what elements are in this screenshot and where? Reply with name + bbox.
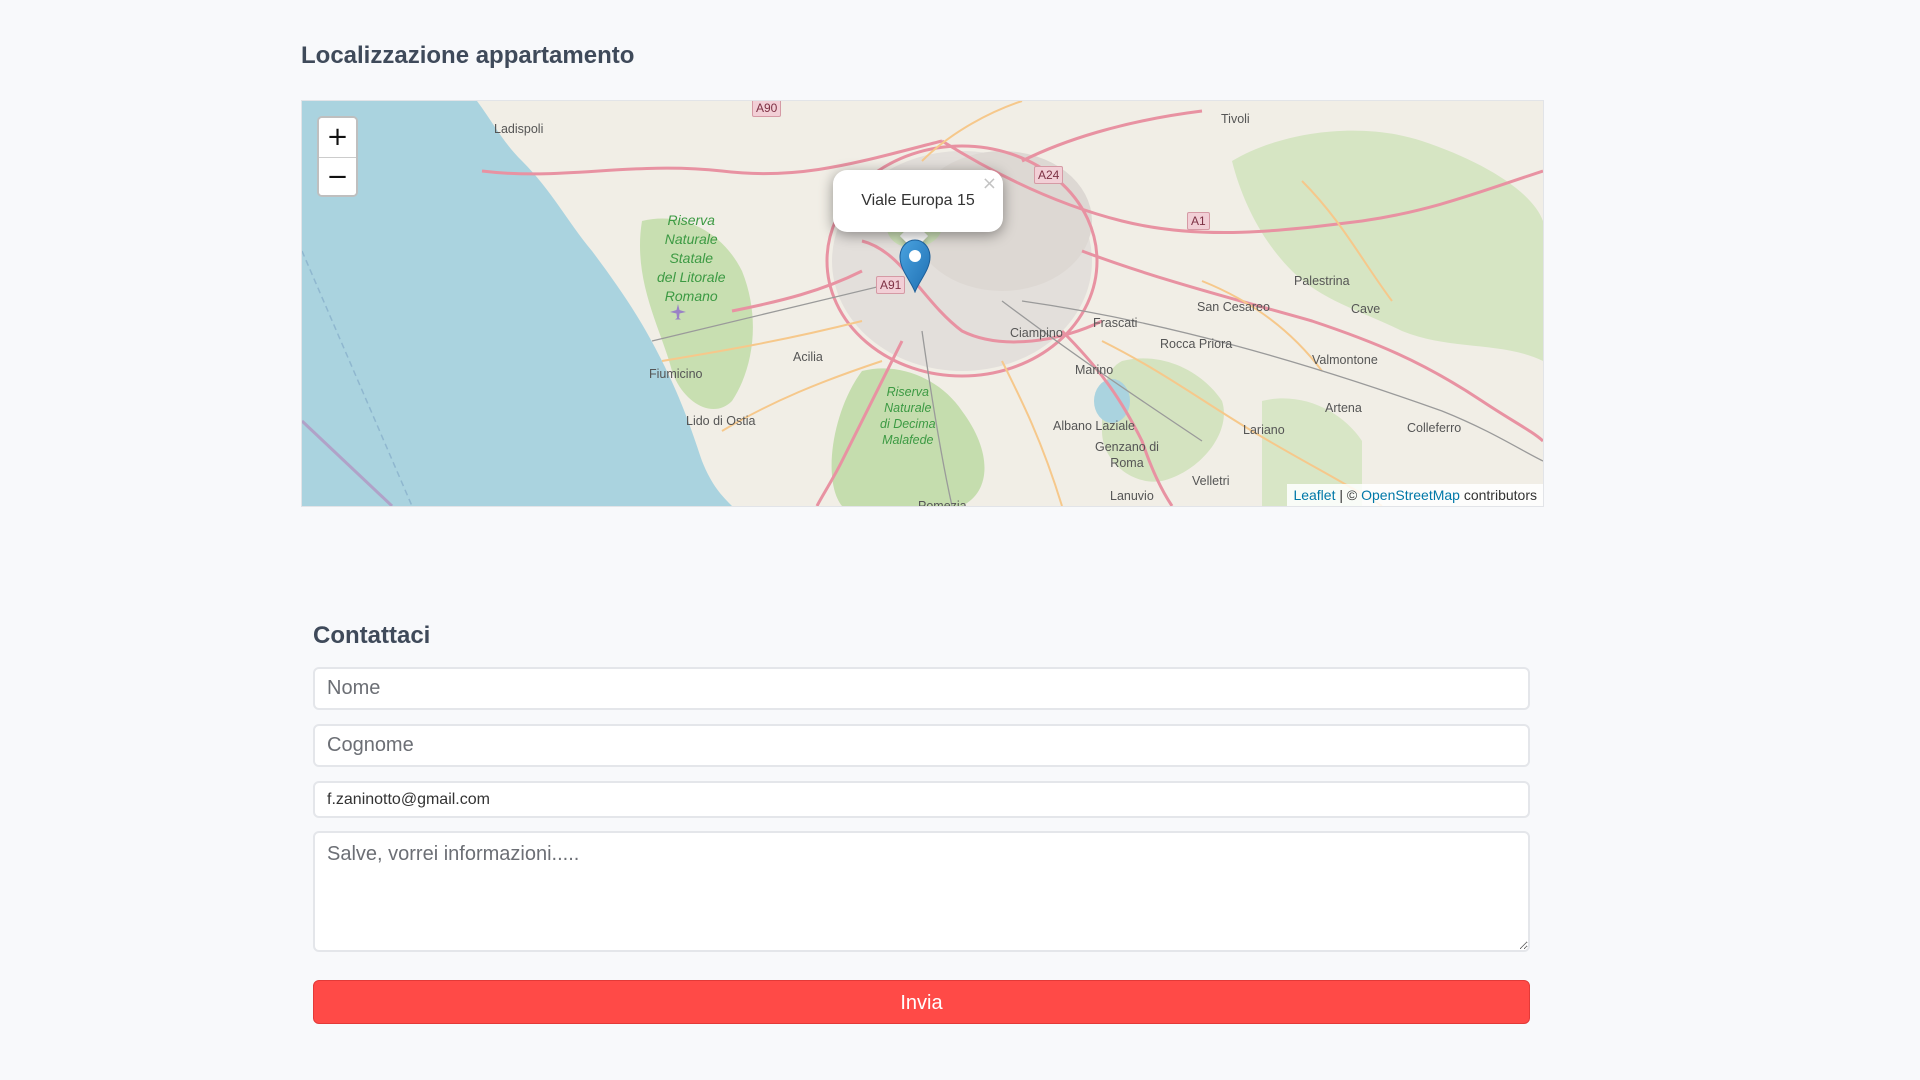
- email-field[interactable]: [313, 781, 1530, 818]
- place-lido-di-ostia: Lido di Ostia: [686, 414, 756, 428]
- place-colleferro: Colleferro: [1407, 421, 1462, 435]
- location-popup: Viale Europa 15 ×: [833, 170, 1003, 232]
- popup-address: Viale Europa 15: [861, 192, 975, 209]
- place-cave: Cave: [1351, 302, 1381, 316]
- place-marino: Marino: [1075, 363, 1114, 377]
- place-tivoli: Tivoli: [1221, 112, 1250, 126]
- airport-icon: [670, 304, 686, 320]
- leaflet-link[interactable]: Leaflet: [1293, 487, 1335, 503]
- attribution-suffix: contributors: [1459, 487, 1537, 503]
- submit-button[interactable]: Invia: [313, 980, 1530, 1024]
- zoom-out-button[interactable]: −: [319, 157, 356, 195]
- openstreetmap-link[interactable]: OpenStreetMap: [1361, 487, 1460, 503]
- place-acilia: Acilia: [793, 350, 823, 364]
- message-field[interactable]: [313, 831, 1530, 952]
- place-frascati: Frascati: [1093, 316, 1138, 330]
- road-shield-a24: A24: [1034, 166, 1064, 184]
- place-pomezia: Pomezia: [918, 499, 967, 507]
- place-velletri: Velletri: [1192, 474, 1230, 488]
- map-attribution: Leaflet | © OpenStreetMap contributors: [1287, 484, 1543, 506]
- place-artena: Artena: [1325, 401, 1362, 415]
- map[interactable]: A90 A24 A1 A91 Ladispoli Tivoli Fiumicin…: [301, 100, 1544, 507]
- road-shield-a90: A90: [752, 101, 782, 117]
- place-lariano: Lariano: [1243, 423, 1285, 437]
- park-riserva-litorale: Riserva Naturale Statale del Litorale Ro…: [657, 212, 726, 304]
- park-riserva-decima: Riserva Naturale di Decima Malafede: [880, 385, 936, 447]
- attribution-separator: | ©: [1335, 487, 1362, 503]
- road-shield-a1: A1: [1187, 212, 1210, 230]
- place-lanuvio: Lanuvio: [1110, 489, 1154, 503]
- zoom-in-button[interactable]: +: [319, 118, 356, 157]
- place-genzano: Genzano di Roma: [1095, 440, 1159, 470]
- place-valmontone: Valmontone: [1312, 353, 1378, 367]
- place-palestrina: Palestrina: [1294, 274, 1350, 288]
- place-ladispoli: Ladispoli: [494, 122, 544, 136]
- map-marker-icon[interactable]: [898, 239, 932, 293]
- place-rocca-priora: Rocca Priora: [1160, 337, 1233, 351]
- cognome-field[interactable]: [313, 724, 1530, 767]
- place-ciampino: Ciampino: [1010, 326, 1063, 340]
- place-albano-laziale: Albano Laziale: [1053, 419, 1136, 433]
- popup-close-button[interactable]: ×: [982, 175, 997, 193]
- map-section-title: Localizzazione appartamento: [301, 42, 635, 69]
- contact-title: Contattaci: [313, 622, 431, 649]
- place-san-cesareo: San Cesareo: [1197, 300, 1270, 314]
- place-fiumicino: Fiumicino: [649, 367, 703, 381]
- zoom-control: + −: [317, 116, 358, 197]
- nome-field[interactable]: [313, 667, 1530, 710]
